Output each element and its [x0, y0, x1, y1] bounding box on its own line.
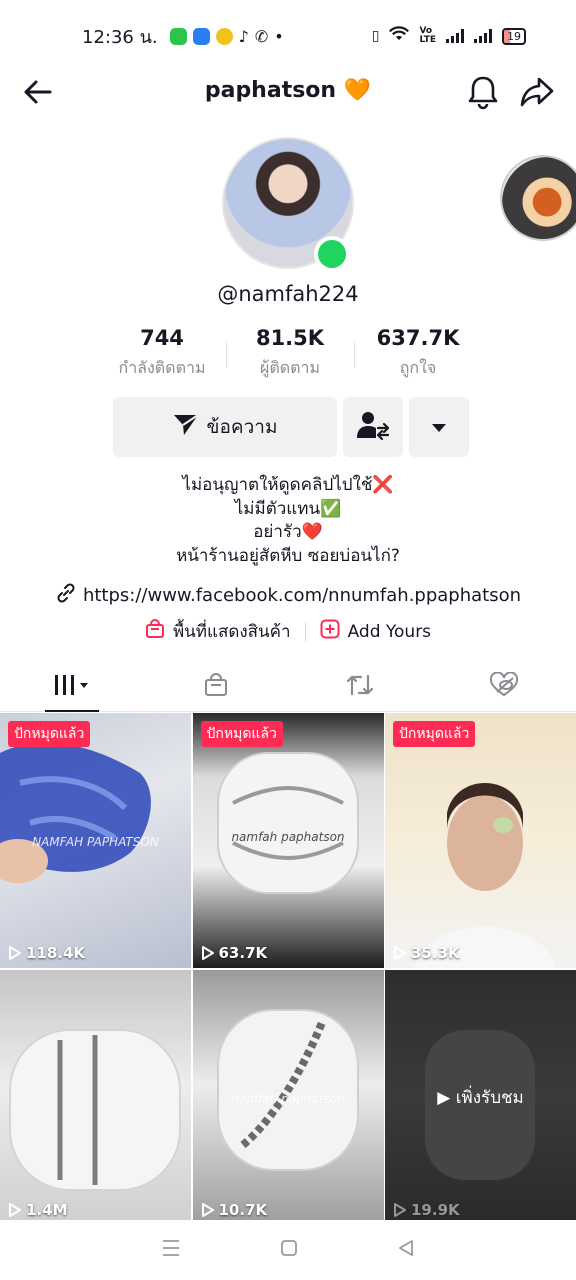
- vibrate-icon: ▯: [371, 28, 380, 44]
- pinned-badge: ปักหมุดแล้ว: [393, 721, 476, 747]
- hidden-heart-icon: [489, 671, 519, 702]
- tiktok-app-icon: ♪: [238, 26, 249, 46]
- signal-icon-1: [446, 29, 464, 43]
- following-label: กำลังติดตาม: [118, 358, 206, 377]
- more-options-button[interactable]: [409, 397, 469, 457]
- profile-username: @namfah224: [217, 282, 359, 306]
- suggested-accounts-button[interactable]: [343, 397, 403, 457]
- recent-apps-icon[interactable]: [161, 1239, 181, 1261]
- battery-icon: 19: [502, 27, 526, 45]
- add-yours-icon: [320, 619, 340, 644]
- video-views: 35.3K: [393, 944, 460, 962]
- status-bar: 12:36 น. ♪ ✆ • ▯ Vo LTE 19: [0, 0, 576, 72]
- video-watermark: namfah paphatson: [231, 830, 345, 844]
- video-tile[interactable]: NAMFAH PAPHATSON ปักหมุดแล้ว 118.4K: [0, 713, 191, 968]
- separator: [304, 622, 306, 641]
- share-icon[interactable]: [519, 74, 555, 110]
- video-views-count: 118.4K: [26, 944, 86, 962]
- likes-label: ถูกใจ: [399, 358, 437, 377]
- bio-line: ไม่อนุญาตให้ดูดคลิปไปใช้❌: [182, 475, 394, 495]
- video-views-count: 10.7K: [218, 1201, 268, 1219]
- video-views-count: 63.7K: [218, 944, 268, 962]
- video-views: 63.7K: [201, 944, 268, 962]
- signal-icon-2: [474, 29, 492, 43]
- video-tile[interactable]: ▶ เพิ่งรับชม 19.9K: [385, 970, 576, 1225]
- profile-bio: ไม่อนุญาตให้ดูดคลิปไปใช้❌ ไม่มีตัวแทน✅ อ…: [0, 474, 576, 568]
- tab-shop[interactable]: [144, 662, 288, 711]
- profile-tabs: [0, 662, 576, 712]
- send-icon: [173, 413, 199, 442]
- video-watermark: namfah paphatson: [231, 1092, 345, 1106]
- video-views: 118.4K: [8, 944, 85, 962]
- volte-icon: Vo LTE: [419, 26, 436, 45]
- video-views-count: 35.3K: [411, 944, 460, 962]
- call-icon: ✆: [254, 26, 269, 46]
- recently-watched-label: ▶ เพิ่งรับชม: [437, 1088, 524, 1108]
- link-icon: [55, 582, 77, 609]
- video-tile[interactable]: namfah paphatson 10.7K: [192, 970, 384, 1225]
- status-time: 12:36 น.: [82, 26, 158, 48]
- showcase-link[interactable]: พื้นที่แสดงสินค้า: [173, 618, 291, 645]
- grid-menu-icon: [52, 673, 92, 701]
- video-views: 19.9K: [393, 1201, 460, 1219]
- line-app-icon: [169, 27, 187, 45]
- play-icon: [9, 946, 21, 960]
- followers-label: ผู้ติดตาม: [259, 358, 321, 377]
- bio-line: อย่ารัว❤️: [253, 522, 323, 542]
- bio-link-url: https://www.facebook.com/nnumfah.ppaphat…: [82, 585, 522, 606]
- play-icon: [394, 1203, 406, 1217]
- profile-header: paphatson 🧡: [0, 66, 576, 118]
- notification-icons: ♪ ✆ •: [169, 26, 284, 46]
- video-views: 10.7K: [201, 1201, 268, 1219]
- play-icon: [201, 946, 214, 960]
- back-triangle-icon[interactable]: [397, 1239, 415, 1261]
- video-views-count: 1.4M: [26, 1201, 68, 1219]
- bell-icon[interactable]: [466, 74, 500, 110]
- play-icon: [394, 946, 406, 960]
- profile-stats: 744 กำลังติดตาม 81.5K ผู้ติดตาม 637.7K ถ…: [98, 326, 482, 381]
- play-icon: [9, 1203, 21, 1217]
- story-avatar[interactable]: [500, 155, 576, 241]
- message-button-label: ข้อความ: [206, 416, 278, 438]
- kplus-app-icon: [215, 27, 233, 45]
- wifi-icon: [389, 26, 410, 46]
- video-views: 1.4M: [8, 1201, 68, 1219]
- person-swap-icon: [357, 410, 390, 444]
- pinned-badge: ปักหมุดแล้ว: [8, 721, 91, 747]
- likes-stat[interactable]: 637.7K ถูกใจ: [354, 326, 482, 381]
- bio-link[interactable]: https://www.facebook.com/nnumfah.ppaphat…: [0, 582, 576, 609]
- messenger-app-icon: [192, 27, 210, 45]
- online-status-indicator: [314, 236, 350, 272]
- play-icon: [201, 1203, 214, 1217]
- video-views-count: 19.9K: [411, 1201, 460, 1219]
- bio-line: หน้าร้านอยู่สัตหีบ ซอยบ่อนไก่?: [176, 545, 400, 566]
- followers-count: 81.5K: [255, 326, 325, 350]
- tab-reposts[interactable]: [288, 662, 432, 711]
- video-tile[interactable]: namfah paphatson ปักหมุดแล้ว 63.7K: [192, 713, 384, 968]
- video-tile[interactable]: ปักหมุดแล้ว 35.3K: [385, 713, 576, 968]
- video-grid: NAMFAH PAPHATSON ปักหมุดแล้ว 118.4K namf…: [0, 713, 576, 1225]
- system-navigation-bar: [0, 1220, 576, 1280]
- bio-line: ไม่มีตัวแทน✅: [234, 498, 342, 519]
- more-dot-icon: •: [274, 26, 284, 46]
- pinned-badge: ปักหมุดแล้ว: [200, 721, 283, 747]
- home-icon[interactable]: [280, 1239, 298, 1261]
- tab-liked[interactable]: [432, 662, 576, 711]
- following-stat[interactable]: 744 กำลังติดตาม: [98, 326, 226, 381]
- video-tile[interactable]: 1.4M: [0, 970, 191, 1225]
- repost-icon: [345, 672, 375, 702]
- followers-stat[interactable]: 81.5K ผู้ติดตาม: [226, 326, 354, 381]
- shop-row: พื้นที่แสดงสินค้า Add Yours: [0, 618, 576, 645]
- likes-count: 637.7K: [376, 326, 460, 350]
- tab-videos[interactable]: [0, 662, 144, 712]
- shopping-bag-icon: [145, 619, 165, 644]
- following-count: 744: [140, 326, 184, 350]
- add-yours-link[interactable]: Add Yours: [348, 622, 431, 642]
- caret-down-icon: [431, 418, 447, 437]
- video-watermark: NAMFAH PAPHATSON: [32, 835, 159, 849]
- shopping-bag-tab-icon: [203, 672, 229, 702]
- message-button[interactable]: ข้อความ: [113, 397, 337, 457]
